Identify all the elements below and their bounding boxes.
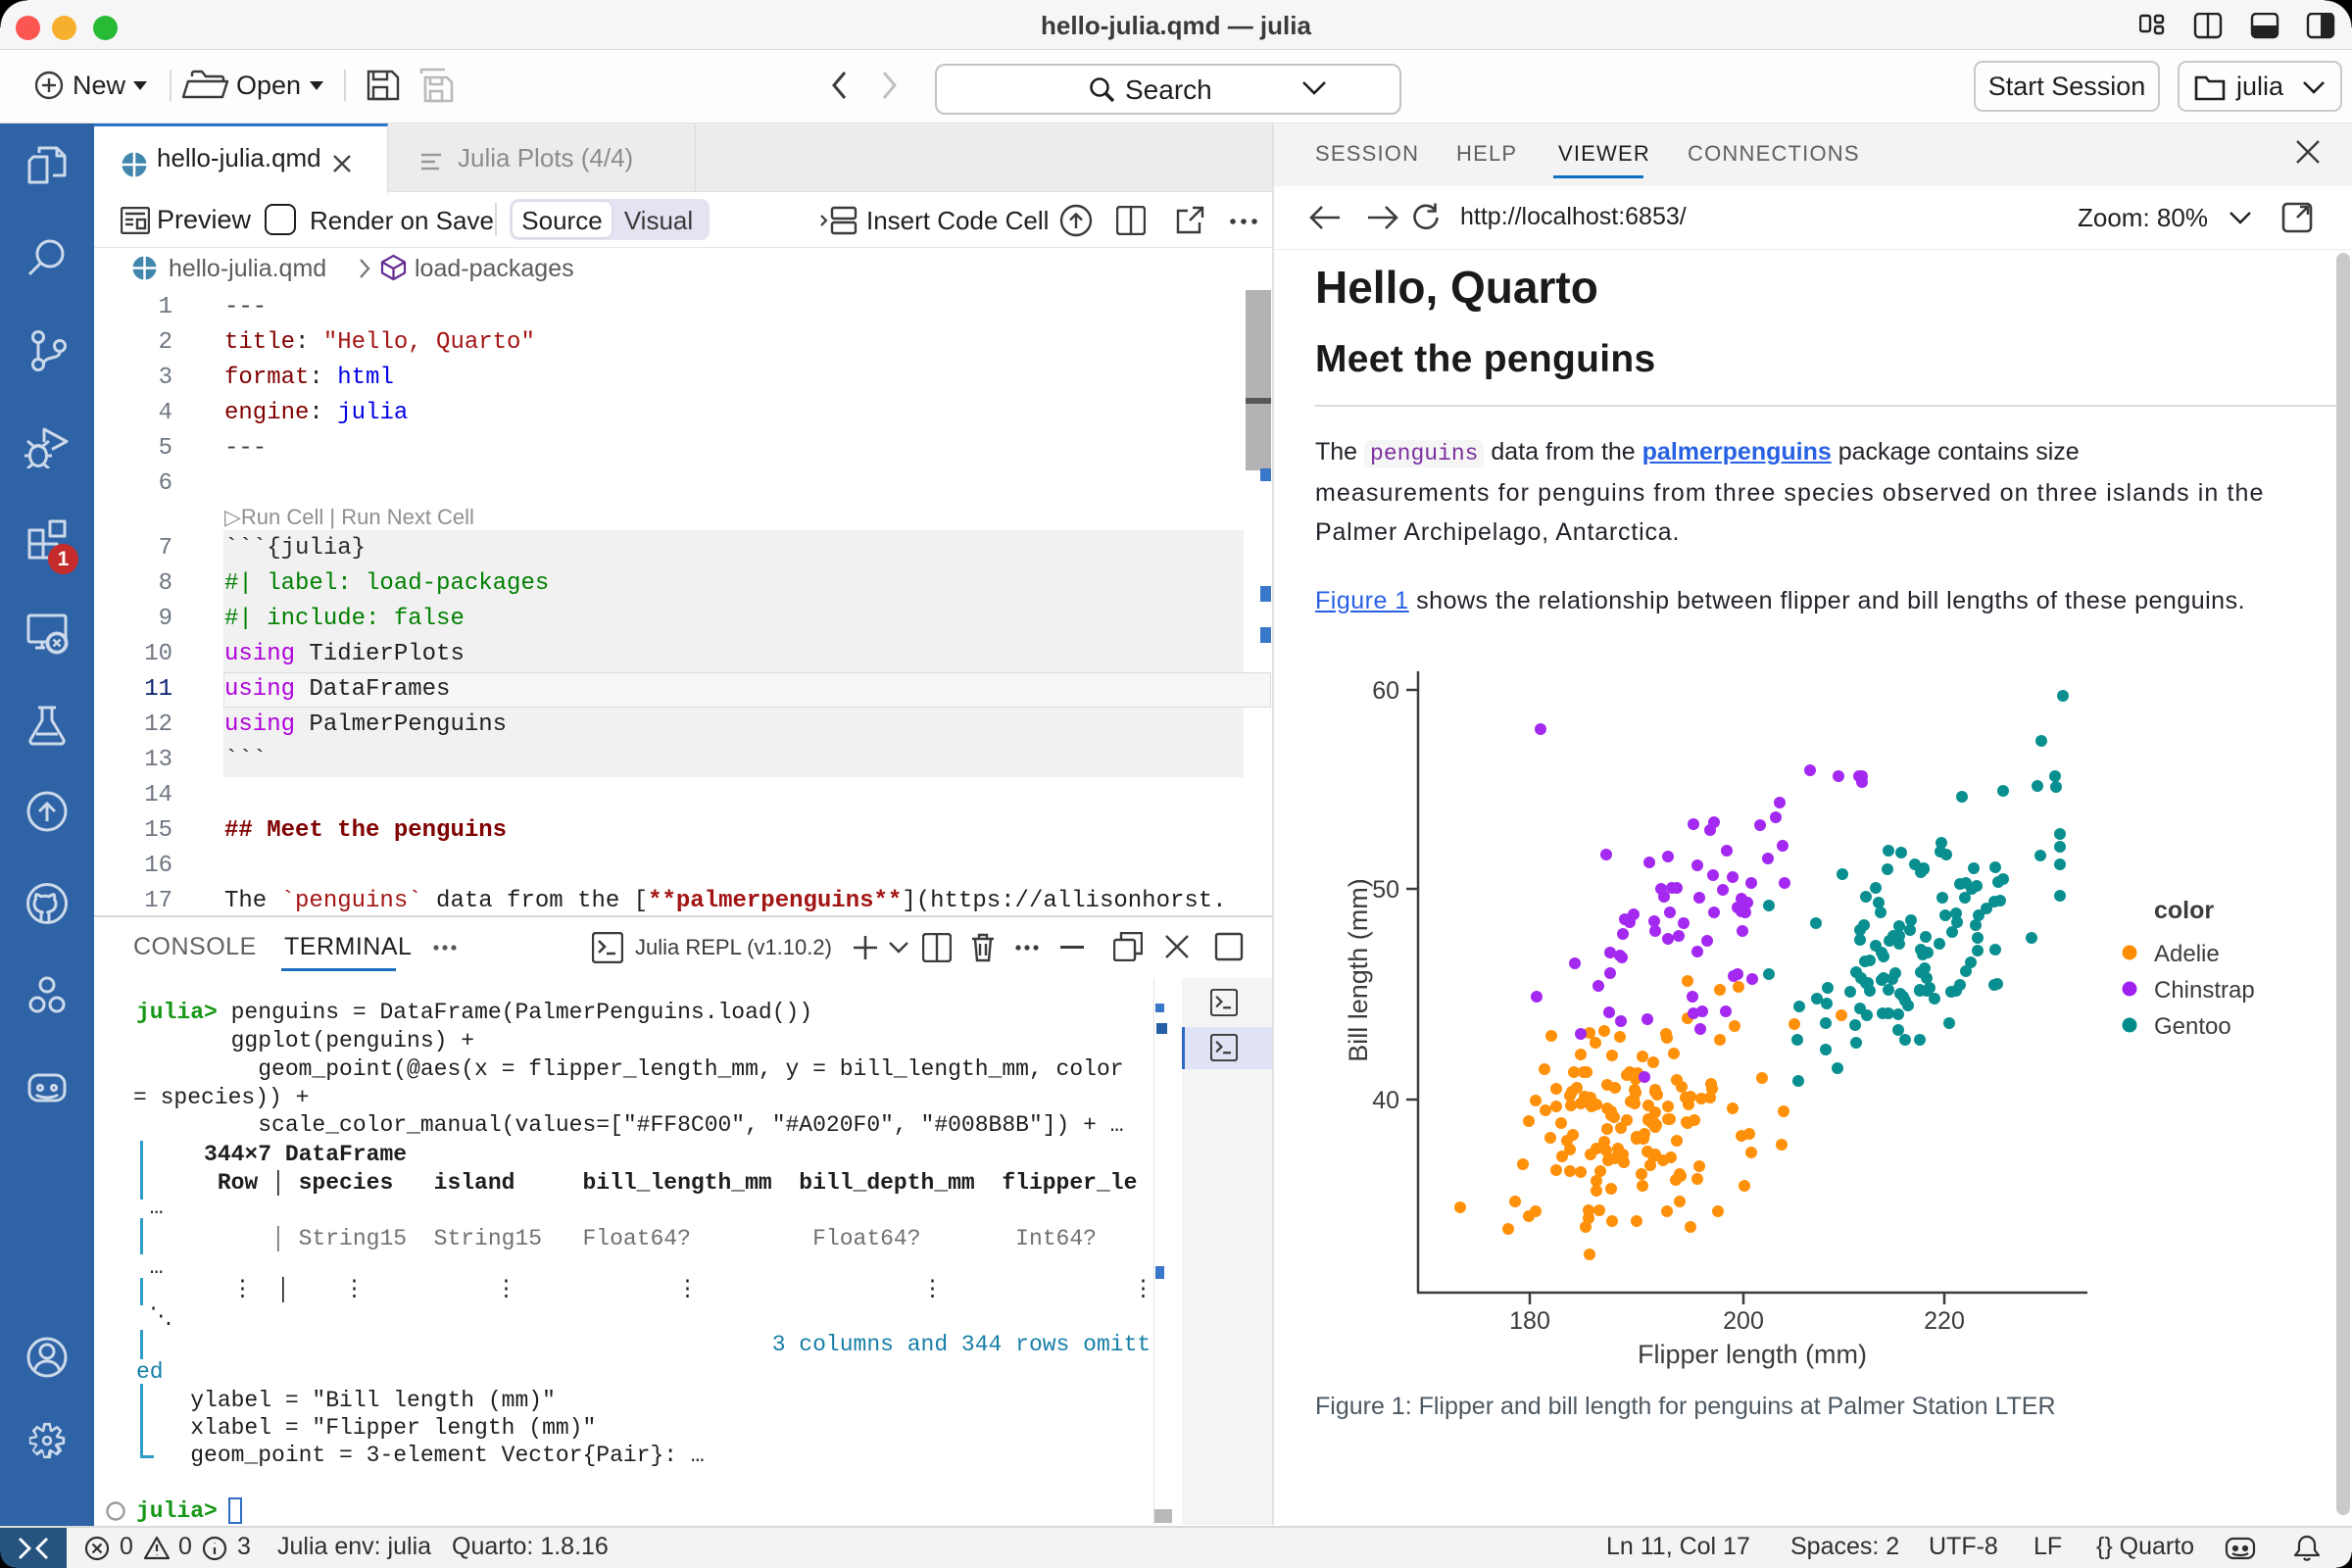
svg-text:Flipper length (mm): Flipper length (mm) [1638,1340,1867,1369]
svg-text:50: 50 [1372,876,1399,904]
svg-text:color: color [2154,897,2214,924]
svg-text:200: 200 [1723,1307,1764,1335]
svg-text:Chinstrap: Chinstrap [2154,977,2255,1004]
svg-text:60: 60 [1372,677,1399,705]
svg-text:40: 40 [1372,1087,1399,1114]
svg-text:Adelie: Adelie [2154,941,2220,967]
svg-text:220: 220 [1924,1307,1965,1335]
svg-text:Open: Open [236,71,301,100]
svg-text:180: 180 [1509,1307,1550,1335]
svg-text:New: New [73,71,126,100]
svg-text:Gentoo: Gentoo [2154,1013,2231,1040]
svg-text:Bill length (mm): Bill length (mm) [1344,878,1373,1062]
